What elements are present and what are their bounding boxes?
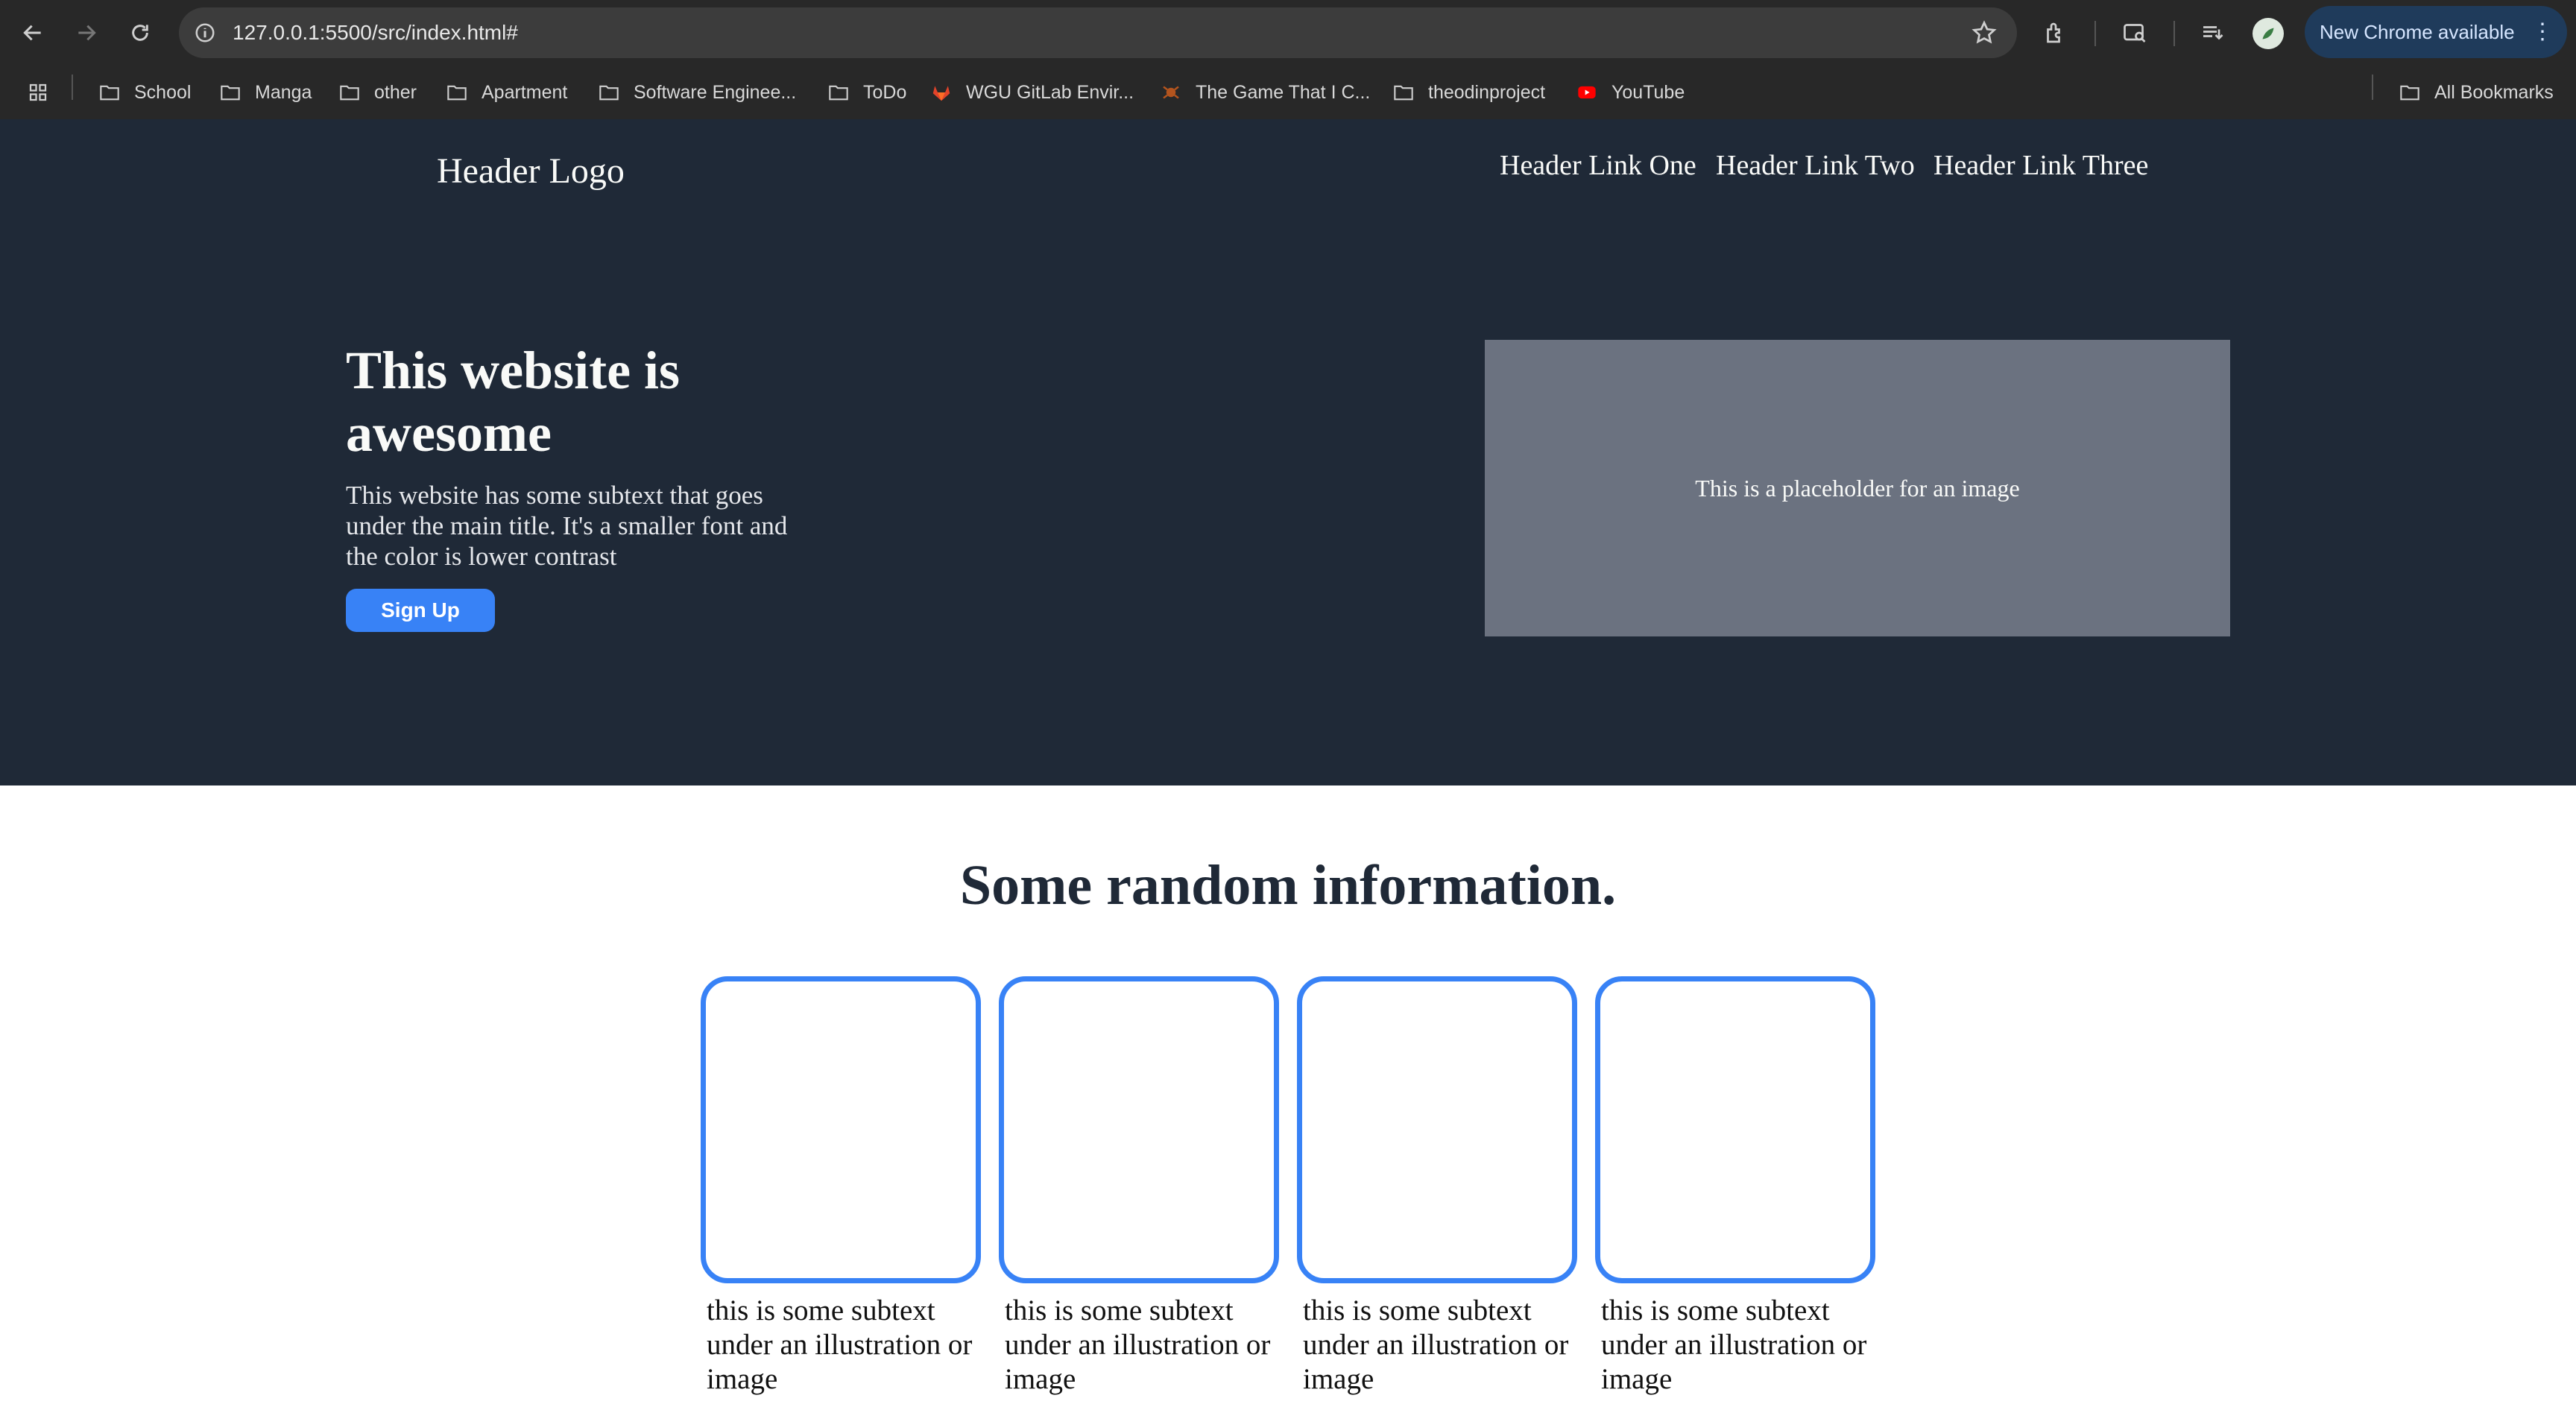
- bookmark-label: The Game That I C...: [1196, 81, 1371, 103]
- bookmark-label: Software Enginee...: [634, 81, 797, 103]
- all-bookmarks-label: All Bookmarks: [2434, 81, 2554, 103]
- info-section-title: Some random information.: [959, 854, 1617, 917]
- illustration-box: [1297, 976, 1577, 1283]
- profile-leaf-icon: [2262, 28, 2274, 39]
- folder-icon: [337, 81, 362, 104]
- header-logo[interactable]: Header Logo: [437, 151, 625, 192]
- info-card: this is some subtext under an illustrati…: [701, 976, 981, 1397]
- folder-icon: [826, 81, 851, 104]
- update-label: New Chrome available: [2320, 21, 2515, 43]
- extensions-icon[interactable]: [2039, 16, 2072, 49]
- image-placeholder: This is a placeholder for an image: [1485, 340, 2230, 636]
- bookmark-item[interactable]: WGU GitLab Envir...: [929, 66, 1134, 119]
- card-caption: this is some subtext under an illustrati…: [1303, 1294, 1569, 1395]
- bookmark-label: YouTube: [1611, 81, 1685, 103]
- hero-section: Header Logo Header Link One Header Link …: [0, 119, 2576, 785]
- forward-button[interactable]: [69, 15, 104, 51]
- hero-title: This website is awesome: [346, 341, 681, 463]
- bookmark-item[interactable]: Manga: [218, 66, 312, 119]
- info-card: this is some subtext under an illustrati…: [1595, 976, 1875, 1397]
- folder-icon: [596, 81, 622, 104]
- folder-icon: [97, 81, 122, 104]
- image-placeholder-text: This is a placeholder for an image: [1695, 474, 2020, 502]
- header-link-two[interactable]: Header Link Two: [1716, 149, 1915, 182]
- profile-avatar[interactable]: [2253, 18, 2284, 49]
- bookmark-label: Apartment: [482, 81, 568, 103]
- back-button[interactable]: [15, 15, 51, 51]
- bookmark-label: theodinproject: [1428, 81, 1546, 103]
- back-arrow-icon: [23, 25, 41, 41]
- forward-arrow-icon: [78, 25, 96, 41]
- bookmark-star-icon[interactable]: [1971, 19, 1998, 46]
- browser-toolbar: 127.0.0.1:5500/src/index.html# New Chrom…: [0, 0, 2576, 66]
- reload-icon: [132, 25, 148, 41]
- info-card: this is some subtext under an illustrati…: [999, 976, 1279, 1397]
- more-menu-icon[interactable]: ⋮: [2531, 6, 2554, 58]
- illustration-box: [1595, 976, 1875, 1283]
- all-bookmarks-button[interactable]: All Bookmarks: [2397, 66, 2554, 119]
- address-bar[interactable]: 127.0.0.1:5500/src/index.html#: [179, 7, 2017, 58]
- bookmark-item[interactable]: The Game That I C...: [1158, 66, 1370, 119]
- bookmark-item[interactable]: ToDo: [826, 66, 906, 119]
- card-caption: this is some subtext under an illustrati…: [1601, 1294, 1867, 1395]
- folder-icon: [1391, 81, 1416, 104]
- reload-button[interactable]: [122, 15, 158, 51]
- bookmark-label: other: [374, 81, 417, 103]
- bookmark-item[interactable]: theodinproject: [1391, 66, 1545, 119]
- tab-search-icon[interactable]: [2118, 16, 2151, 49]
- folder-icon: [218, 81, 243, 104]
- url-text[interactable]: 127.0.0.1:5500/src/index.html#: [233, 7, 518, 58]
- bookmark-label: Manga: [255, 81, 312, 103]
- sign-up-button[interactable]: Sign Up: [346, 589, 495, 632]
- card-caption: this is some subtext under an illustrati…: [1005, 1294, 1271, 1395]
- illustration-box: [701, 976, 981, 1283]
- bookmark-item[interactable]: YouTube: [1574, 66, 1685, 119]
- game-favicon-icon: [1158, 81, 1184, 104]
- header-link-three[interactable]: Header Link Three: [1933, 149, 2148, 182]
- illustration-box: [999, 976, 1279, 1283]
- new-chrome-available-button[interactable]: New Chrome available ⋮: [2305, 6, 2567, 58]
- folder-icon: [2397, 81, 2422, 104]
- bookmark-item[interactable]: Software Enginee...: [596, 66, 796, 119]
- bookmark-item[interactable]: other: [337, 66, 417, 119]
- bookmark-item[interactable]: School: [97, 66, 191, 119]
- youtube-icon: [1574, 81, 1600, 104]
- bookmark-label: School: [134, 81, 192, 103]
- card-caption: this is some subtext under an illustrati…: [707, 1294, 973, 1395]
- apps-grid-icon: [25, 81, 51, 104]
- apps-button[interactable]: [25, 66, 63, 119]
- header-link-one[interactable]: Header Link One: [1500, 149, 1696, 182]
- bookmark-label: WGU GitLab Envir...: [966, 81, 1134, 103]
- reading-list-icon[interactable]: [2196, 16, 2229, 49]
- info-card: this is some subtext under an illustrati…: [1297, 976, 1577, 1397]
- bookmark-label: ToDo: [863, 81, 907, 103]
- gitlab-icon: [929, 81, 954, 104]
- folder-icon: [444, 81, 470, 104]
- hero-subtext: This website has some subtext that goes …: [346, 481, 788, 571]
- site-info-icon[interactable]: [192, 20, 218, 45]
- bookmark-item[interactable]: Apartment: [444, 66, 567, 119]
